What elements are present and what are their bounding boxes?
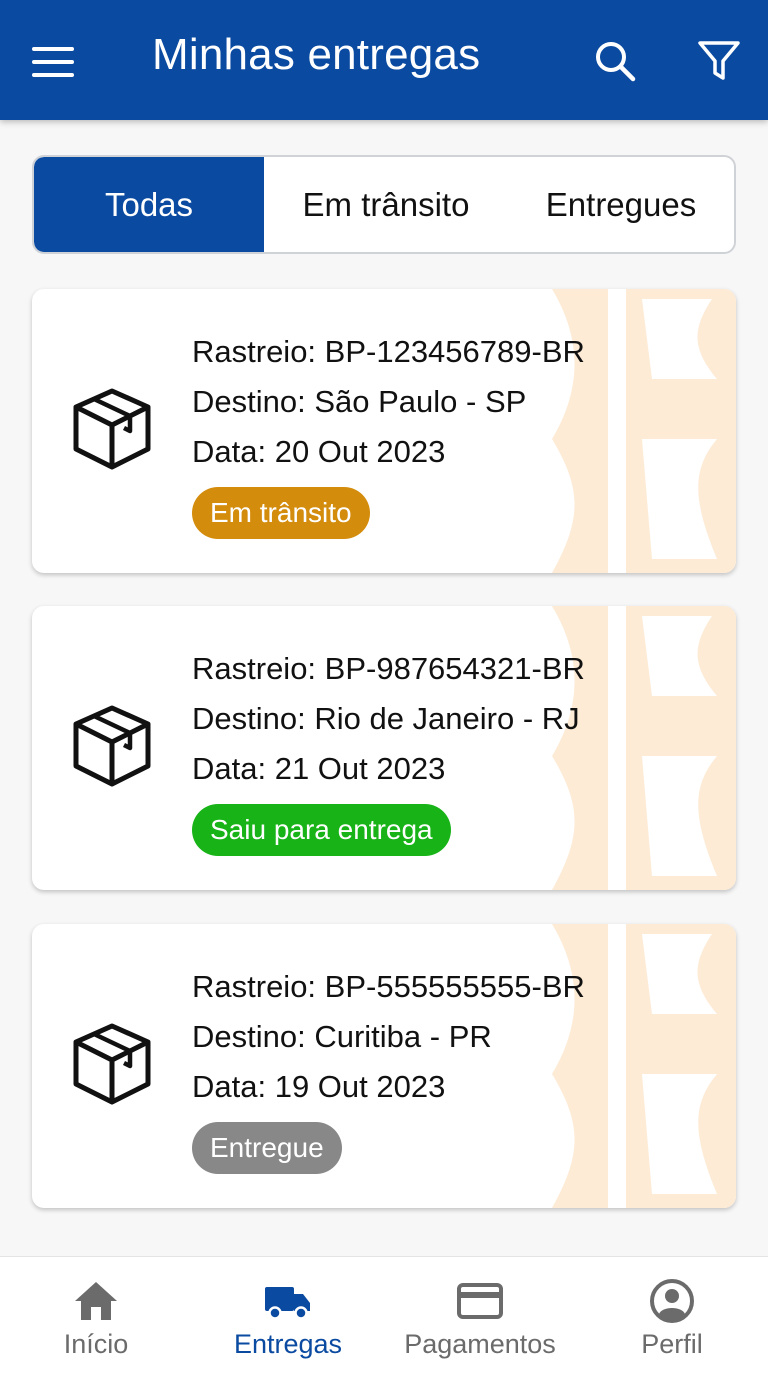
destination: Destino: Rio de Janeiro - RJ	[192, 701, 580, 736]
status-tabs: Todas Em trânsito Entregues	[32, 155, 736, 254]
delivery-details: Rastreio: BP-123456789-BR Destino: São P…	[192, 327, 585, 477]
status-badge: Entregue	[192, 1122, 342, 1174]
nav-label: Início	[63, 1329, 129, 1359]
nav-item-entregas[interactable]: Entregas	[192, 1257, 384, 1376]
menu-icon[interactable]	[32, 36, 84, 88]
bottom-navigation: Início Entregas Pagamentos Perfil	[0, 1256, 768, 1376]
status-badge: Em trânsito	[192, 487, 370, 539]
account-circle-icon	[650, 1279, 694, 1323]
search-icon[interactable]	[592, 38, 638, 84]
package-icon	[73, 1023, 151, 1105]
delivery-date: Data: 20 Out 2023	[192, 434, 446, 469]
home-icon	[75, 1282, 117, 1320]
nav-label: Entregas	[233, 1329, 343, 1359]
app-bar: Minhas entregas	[0, 0, 768, 120]
package-icon	[73, 705, 151, 787]
delivery-card[interactable]: Rastreio: BP-555555555-BR Destino: Curit…	[32, 924, 736, 1208]
package-icon	[73, 388, 151, 470]
tracking-number: Rastreio: BP-987654321-BR	[192, 651, 585, 686]
tracking-number: Rastreio: BP-123456789-BR	[192, 334, 585, 369]
status-badge: Saiu para entrega	[192, 804, 451, 856]
filter-icon[interactable]	[696, 38, 742, 84]
nav-item-pagamentos[interactable]: Pagamentos	[384, 1257, 576, 1376]
nav-label: Perfil	[641, 1329, 703, 1359]
delivery-card[interactable]: Rastreio: BP-987654321-BR Destino: Rio d…	[32, 606, 736, 890]
credit-card-icon	[457, 1283, 503, 1319]
delivery-details: Rastreio: BP-555555555-BR Destino: Curit…	[192, 962, 585, 1112]
page-title: Minhas entregas	[152, 30, 481, 79]
delivery-date: Data: 19 Out 2023	[192, 1069, 446, 1104]
tab-entregues[interactable]: Entregues	[508, 157, 734, 252]
tab-todas[interactable]: Todas	[34, 157, 264, 252]
destination: Destino: São Paulo - SP	[192, 384, 527, 419]
truck-icon	[265, 1287, 310, 1320]
delivery-card[interactable]: Rastreio: BP-123456789-BR Destino: São P…	[32, 289, 736, 573]
nav-item-inicio[interactable]: Início	[0, 1257, 192, 1376]
tab-em-transito[interactable]: Em trânsito	[264, 157, 508, 252]
delivery-date: Data: 21 Out 2023	[192, 751, 446, 786]
tracking-number: Rastreio: BP-555555555-BR	[192, 969, 585, 1004]
nav-label: Pagamentos	[404, 1329, 556, 1359]
destination: Destino: Curitiba - PR	[192, 1019, 492, 1054]
delivery-details: Rastreio: BP-987654321-BR Destino: Rio d…	[192, 644, 585, 794]
nav-item-perfil[interactable]: Perfil	[576, 1257, 768, 1376]
